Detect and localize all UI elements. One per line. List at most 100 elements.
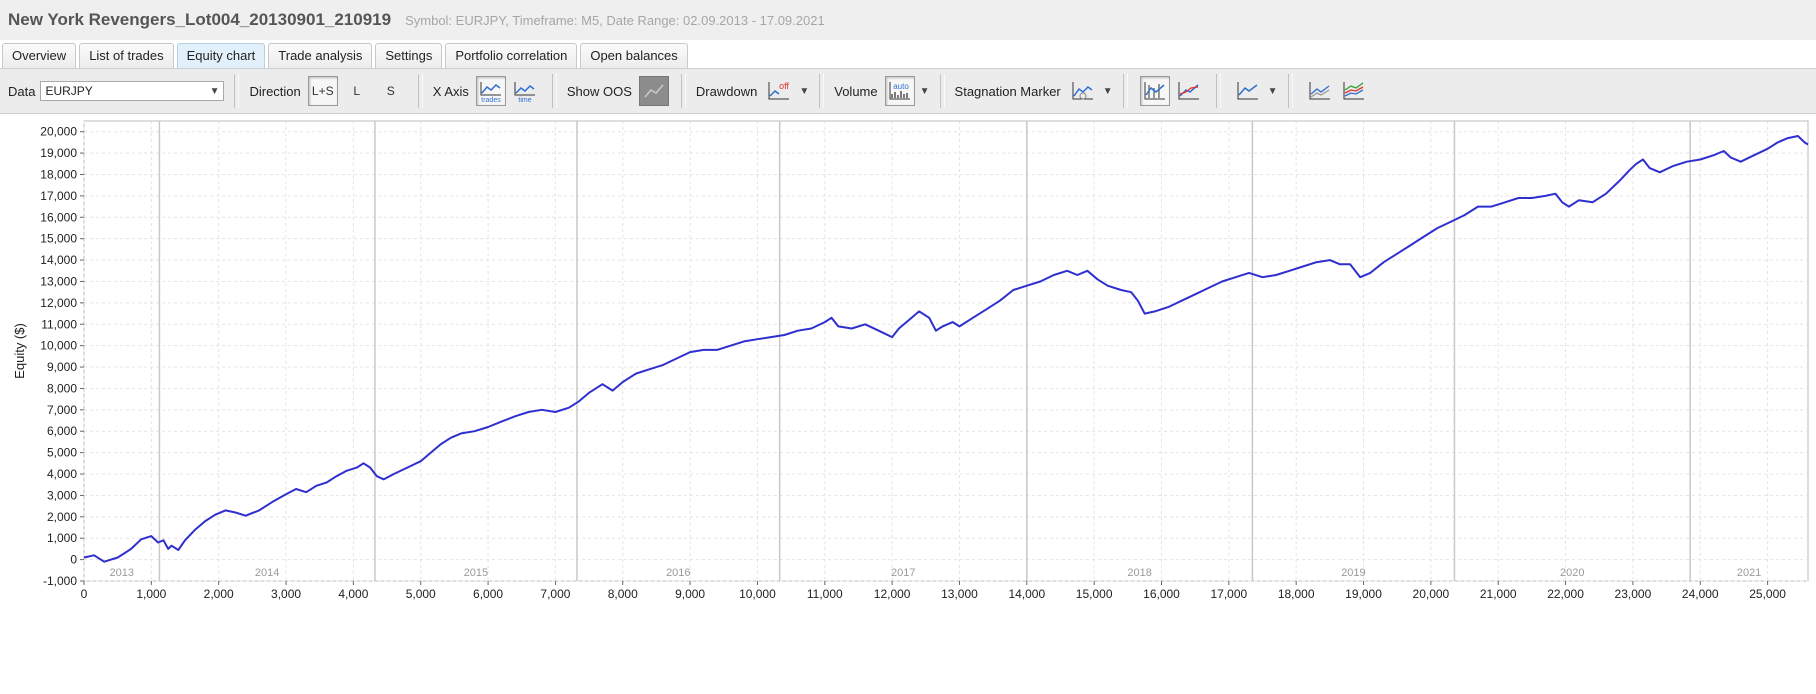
drawdown-dropdown-icon[interactable]: ▼ (799, 86, 809, 97)
volume-button[interactable]: auto (884, 76, 915, 106)
toolbar-divider (680, 74, 686, 108)
x-tick-label: 2,000 (204, 587, 234, 601)
toolbar-divider (234, 74, 240, 108)
title-bar: New York Revengers_Lot004_20130901_21091… (0, 0, 1816, 40)
xaxis-time-button[interactable]: time (510, 76, 540, 106)
volume-state: auto (893, 82, 909, 91)
xaxis-label: X Axis (432, 83, 469, 99)
y-tick-label: 16,000 (40, 210, 77, 224)
year-label: 2013 (109, 567, 133, 579)
xaxis-group: X Axis trades time (425, 69, 550, 113)
x-tick-label: 13,000 (941, 587, 978, 601)
x-tick-label: 10,000 (739, 587, 776, 601)
direction-both-button[interactable]: L+S (307, 76, 338, 106)
time-axis-icon: time (514, 82, 535, 103)
line-chart-dropdown-icon[interactable]: ▼ (1268, 86, 1278, 97)
portfolio-lines-icon (1343, 82, 1364, 100)
compare-button[interactable] (1305, 76, 1335, 106)
year-label: 2016 (666, 567, 690, 579)
volume-dropdown-icon[interactable]: ▼ (920, 86, 930, 97)
year-label: 2018 (1127, 567, 1151, 579)
year-label: 2021 (1737, 567, 1761, 579)
equity-chart: 2013 2014 2015 2016 2017 2018 2019 2020 2021 -1,… (12, 120, 1809, 601)
year-label: 2020 (1560, 567, 1584, 579)
oos-group: Show OOS (559, 69, 679, 113)
tab-list-of-trades[interactable]: List of trades (79, 43, 174, 68)
y-tick-label: 4,000 (47, 467, 77, 481)
view-group (1130, 69, 1214, 113)
x-tick-label: 21,000 (1480, 587, 1517, 601)
window-title: New York Revengers_Lot004_20130901_21091… (8, 10, 392, 29)
y-tick-label: 19,000 (40, 146, 77, 160)
x-tick-label: 1,000 (136, 587, 166, 601)
xaxis-trades-text: trades (481, 97, 501, 103)
x-tick-label: 17,000 (1210, 587, 1247, 601)
drawdown-label: Drawdown (695, 83, 758, 99)
data-group: Data EURJPY ▼ (0, 69, 232, 113)
x-tick-label: 16,000 (1143, 587, 1180, 601)
y-tick-label: 10,000 (40, 339, 77, 353)
direction-long-button[interactable]: L (342, 76, 372, 106)
y-tick-label: 14,000 (40, 253, 77, 267)
line-chart-icon (1237, 82, 1258, 100)
toolbar-divider (551, 74, 557, 108)
tab-portfolio-correlation[interactable]: Portfolio correlation (445, 43, 578, 68)
tab-trade-analysis[interactable]: Trade analysis (268, 43, 373, 68)
volume-group: Volume auto ▼ (826, 69, 937, 113)
tab-bar: Overview List of trades Equity chart Tra… (0, 43, 1816, 68)
line-group: ▼ (1223, 69, 1286, 113)
window-subtitle: Symbol: EURJPY, Timeframe: M5, Date Rang… (405, 12, 825, 28)
tab-settings[interactable]: Settings (375, 43, 443, 68)
compare-group (1295, 69, 1379, 113)
y-tick-label: 1,000 (47, 531, 77, 545)
drawdown-state: off (779, 81, 789, 91)
year-label: 2019 (1341, 567, 1365, 579)
tab-overview[interactable]: Overview (2, 43, 77, 68)
y-tick-label: 9,000 (47, 360, 77, 374)
chart-toolbar: Data EURJPY ▼ Direction L+S L S X Axis t… (0, 68, 1816, 114)
multi-line-chart-icon (1178, 82, 1199, 100)
compare-chart-icon (1309, 82, 1330, 100)
volume-label: Volume (834, 83, 878, 99)
trades-axis-icon: trades (480, 82, 501, 103)
x-tick-label: 14,000 (1008, 587, 1045, 601)
y-tick-label: 7,000 (47, 403, 77, 417)
x-tick-label: 4,000 (338, 587, 368, 601)
x-tick-label: 24,000 (1682, 587, 1719, 601)
x-tick-label: 12,000 (874, 587, 911, 601)
stagnation-group: Stagnation Marker ▼ (947, 69, 1121, 113)
x-tick-label: 5,000 (406, 587, 436, 601)
portfolio-lines-button[interactable] (1339, 76, 1369, 106)
y-tick-label: 8,000 (47, 381, 77, 395)
bar-line-view-button[interactable] (1139, 76, 1170, 106)
multi-line-view-button[interactable] (1174, 76, 1204, 106)
x-tick-label: 11,000 (807, 587, 843, 601)
drawdown-button[interactable]: off (764, 76, 794, 106)
x-tick-label: 19,000 (1345, 587, 1382, 601)
show-oos-toggle[interactable] (638, 76, 669, 106)
y-tick-label: 20,000 (40, 125, 77, 139)
line-chart-button[interactable] (1233, 76, 1263, 106)
y-tick-label: 3,000 (47, 488, 77, 502)
year-label: 2017 (891, 567, 915, 579)
y-tick-label: 17,000 (40, 189, 77, 203)
direction-short-button[interactable]: S (376, 76, 406, 106)
show-oos-label: Show OOS (566, 83, 632, 99)
oos-chart-icon (644, 84, 664, 98)
stagnation-button[interactable] (1068, 76, 1098, 106)
xaxis-time-text: time (518, 97, 531, 103)
tab-open-balances[interactable]: Open balances (580, 43, 688, 68)
y-tick-label: 0 (70, 553, 77, 567)
xaxis-trades-button[interactable]: trades (475, 76, 506, 106)
y-tick-label: 18,000 (40, 167, 77, 181)
y-tick-label: 13,000 (40, 274, 77, 288)
x-tick-label: 15,000 (1076, 587, 1113, 601)
tab-equity-chart[interactable]: Equity chart (176, 43, 266, 68)
toolbar-divider (1122, 74, 1128, 108)
stagnation-dropdown-icon[interactable]: ▼ (1103, 86, 1113, 97)
x-tick-label: 25,000 (1749, 587, 1786, 601)
data-select[interactable]: EURJPY ▼ (40, 81, 225, 101)
x-tick-label: 18,000 (1278, 587, 1315, 601)
y-tick-label: 11,000 (41, 317, 77, 331)
x-tick-label: 22,000 (1547, 587, 1584, 601)
